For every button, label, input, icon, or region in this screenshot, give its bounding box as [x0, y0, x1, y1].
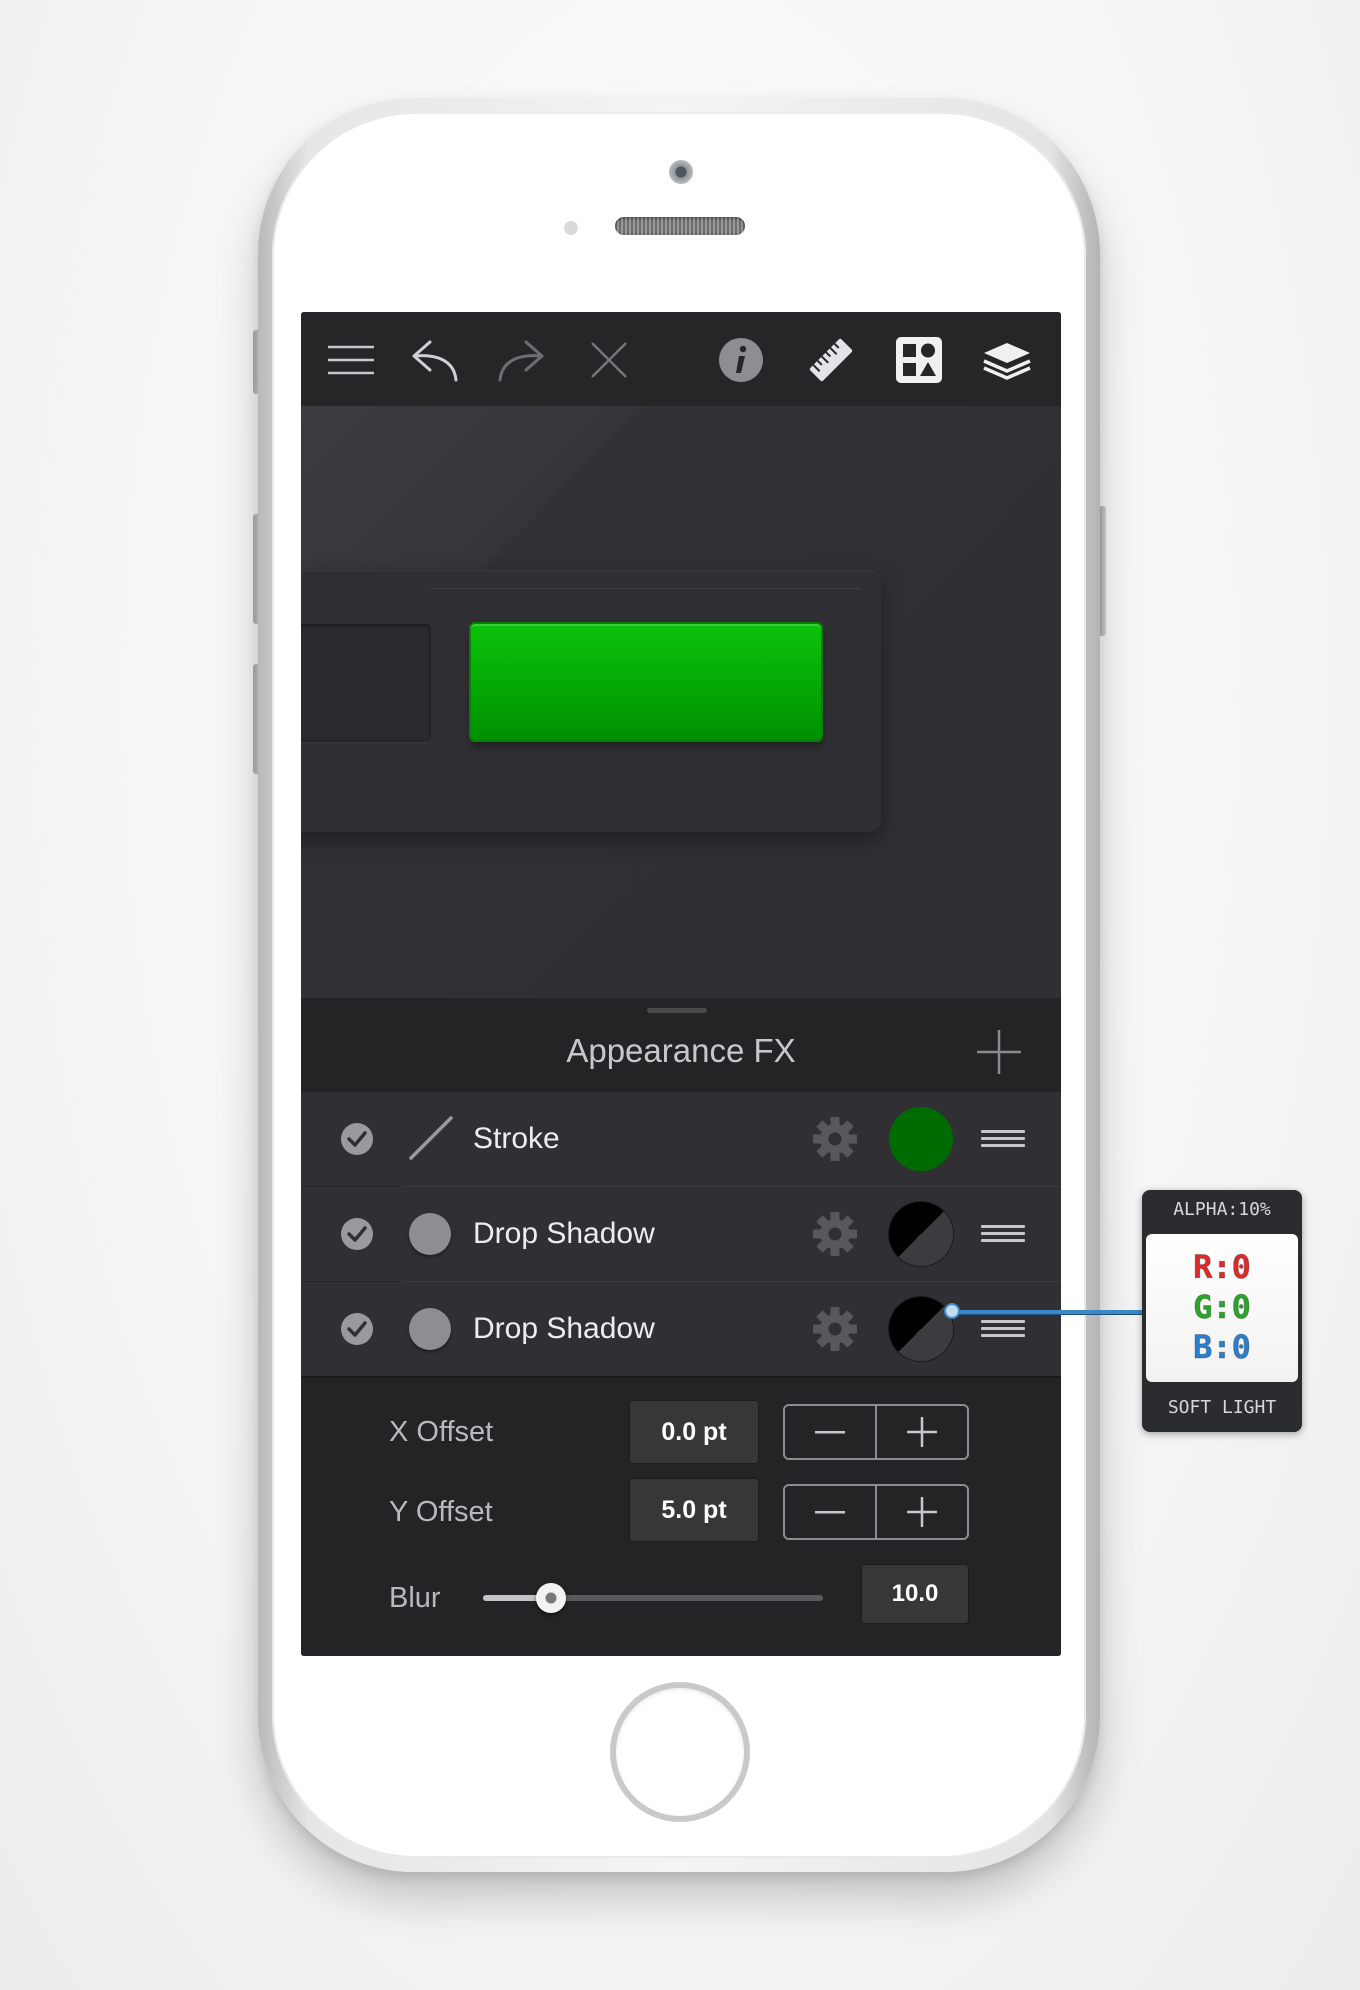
alpha-label: ALPHA:10% — [1173, 1199, 1271, 1220]
blur-label: Blur — [389, 1582, 441, 1614]
reorder-handle-icon[interactable] — [981, 1225, 1025, 1243]
blur-field[interactable]: 10.0 — [861, 1564, 969, 1624]
shadow-color-swatch[interactable] — [889, 1202, 953, 1266]
y-offset-decrement-button[interactable] — [785, 1486, 877, 1538]
row-divider — [301, 1376, 1061, 1378]
redo-icon[interactable] — [495, 334, 547, 386]
blur-slider[interactable] — [483, 1583, 823, 1613]
stroke-color-swatch[interactable] — [889, 1107, 953, 1171]
x-offset-decrement-button[interactable] — [785, 1406, 877, 1458]
shadow-circle-icon — [409, 1308, 451, 1350]
effect-row-drop-shadow-1[interactable]: Drop Shadow — [301, 1187, 1061, 1281]
reorder-handle-icon[interactable] — [981, 1320, 1025, 1338]
x-offset-increment-button[interactable] — [877, 1406, 967, 1458]
layers-icon[interactable] — [981, 334, 1033, 386]
panel-title: Appearance FX — [566, 1032, 796, 1069]
gear-icon[interactable] — [811, 1305, 859, 1353]
power-button — [1099, 506, 1106, 636]
callout-connector — [954, 1310, 1144, 1314]
callout-anchor-dot — [944, 1303, 960, 1319]
selected-green-button-shape[interactable] — [471, 624, 821, 740]
canvas-inset-shape[interactable] — [301, 624, 431, 742]
y-offset-field[interactable]: 5.0 pt — [629, 1478, 759, 1542]
app-screen: Appearance FX Stroke Drop Shadow Drop Sh… — [301, 312, 1061, 1656]
blur-slider-knob[interactable] — [536, 1583, 566, 1613]
effect-row-stroke[interactable]: Stroke — [301, 1092, 1061, 1186]
checkmark-icon[interactable] — [341, 1218, 373, 1250]
color-callout: ALPHA:10% R:0 G:0 B:0 SOFT LIGHT — [1142, 1190, 1302, 1432]
shadow-circle-icon — [409, 1213, 451, 1255]
plus-icon — [907, 1417, 937, 1447]
undo-icon[interactable] — [409, 334, 461, 386]
checkmark-icon[interactable] — [341, 1123, 373, 1155]
close-icon[interactable] — [583, 334, 635, 386]
info-icon[interactable] — [715, 334, 767, 386]
y-offset-increment-button[interactable] — [877, 1486, 967, 1538]
blend-mode-label: SOFT LIGHT — [1167, 1397, 1277, 1418]
menu-icon[interactable] — [325, 334, 377, 386]
plus-icon — [907, 1497, 937, 1527]
minus-icon — [815, 1431, 845, 1434]
panel-drag-handle[interactable] — [647, 1008, 707, 1013]
canvas-divider — [431, 588, 861, 589]
stroke-line-icon — [407, 1114, 455, 1162]
shapes-icon[interactable] — [893, 334, 945, 386]
rgb-card: R:0 G:0 B:0 — [1146, 1234, 1298, 1382]
x-offset-field[interactable]: 0.0 pt — [629, 1400, 759, 1464]
effect-row-drop-shadow-2[interactable]: Drop Shadow — [301, 1282, 1061, 1376]
x-offset-label: X Offset — [389, 1416, 494, 1448]
shadow-color-swatch[interactable] — [889, 1297, 953, 1361]
x-offset-stepper[interactable] — [783, 1404, 969, 1460]
gear-icon[interactable] — [811, 1115, 859, 1163]
effect-label: Drop Shadow — [473, 1217, 655, 1250]
y-offset-stepper[interactable] — [783, 1484, 969, 1540]
ruler-icon[interactable] — [805, 334, 857, 386]
proximity-sensor — [564, 221, 578, 235]
design-canvas[interactable] — [301, 406, 1061, 998]
reorder-handle-icon[interactable] — [981, 1130, 1025, 1148]
green-value: G:0 — [1193, 1288, 1252, 1327]
appearance-fx-panel: Appearance FX Stroke Drop Shadow Drop Sh… — [301, 998, 1061, 1656]
red-value: R:0 — [1193, 1248, 1252, 1287]
home-button[interactable] — [610, 1682, 750, 1822]
effect-label: Stroke — [473, 1122, 560, 1155]
gear-icon[interactable] — [811, 1210, 859, 1258]
effect-label: Drop Shadow — [473, 1312, 655, 1345]
plus-icon — [977, 1030, 1021, 1074]
y-offset-label: Y Offset — [389, 1496, 493, 1528]
toolbar — [301, 312, 1061, 406]
earpiece-speaker — [615, 217, 745, 235]
checkmark-icon[interactable] — [341, 1313, 373, 1345]
blue-value: B:0 — [1193, 1328, 1252, 1367]
add-effect-button[interactable] — [973, 1026, 1025, 1078]
minus-icon — [815, 1511, 845, 1514]
camera-icon — [669, 160, 693, 184]
